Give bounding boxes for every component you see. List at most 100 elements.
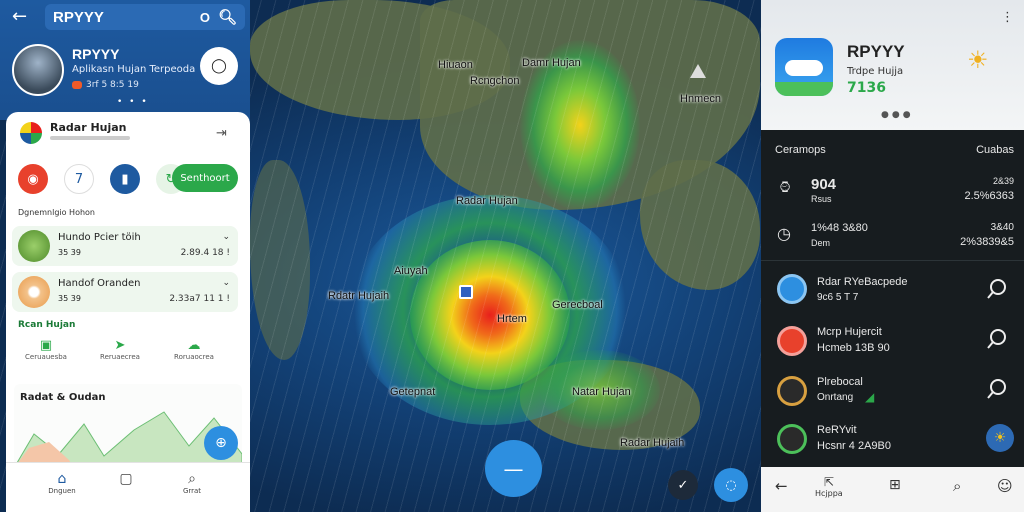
filter-red-icon[interactable]: ◉ (18, 164, 48, 194)
location-marker-icon[interactable] (459, 285, 473, 299)
radar-logo-icon (20, 122, 42, 144)
item-title: Hundo Pcier töih (58, 232, 141, 243)
app-icon (775, 38, 833, 96)
item-value: 2.89.4 18 ! (180, 248, 230, 258)
feature-label: Reruaecrea (100, 353, 140, 361)
stats-header-right: Cuabas (976, 144, 1014, 156)
map-label: Gerecboal (552, 299, 603, 311)
share-icon[interactable]: ⇥ (216, 126, 227, 141)
item-value: 2.33a7 11 1 ! (169, 294, 230, 304)
layers-button[interactable]: ✓ (668, 470, 698, 500)
stats-panel: Ceramops Cuabas ⌚︎ 904 Rsus 2&39 2.5%636… (761, 130, 1024, 467)
feature-item[interactable]: ☁ Roruaocrea (164, 338, 224, 361)
cloud-icon (785, 60, 823, 76)
section-label: Dgnemnlgio Hohon (18, 208, 95, 217)
chevron-down-icon[interactable]: ⌄ (222, 278, 230, 288)
stat-right1: 3&40 (990, 222, 1014, 233)
profile-icon[interactable]: ☺ (997, 477, 1013, 495)
back-icon[interactable]: ← (775, 477, 788, 495)
page-dots: ●●● (881, 110, 914, 120)
map-label: Hrtem (497, 313, 527, 325)
right-app-title: RPYYY (847, 42, 905, 61)
record-button[interactable]: ◯ (200, 47, 238, 85)
feature-item[interactable]: ▣ Ceruauesba (16, 338, 76, 361)
list-item[interactable]: Handof Oranden 35 39 ⌄ 2.33a7 11 1 ! (12, 272, 238, 312)
stat-big: 904 (811, 176, 837, 193)
green-flag-icon: ◢ (865, 390, 875, 404)
map-label: Aiuyah (394, 265, 428, 277)
compass-icon[interactable] (690, 64, 706, 78)
map-label: Hnmecn (680, 93, 721, 105)
search-icon[interactable] (986, 278, 1008, 300)
nav-home[interactable]: ⌂ Dnguen (42, 471, 82, 495)
nav-label: Grrat (182, 487, 202, 495)
weather-toggle-icon[interactable]: ☀ (986, 424, 1014, 452)
search-icon[interactable] (986, 378, 1008, 400)
stats-header-left: Ceramops (775, 144, 826, 156)
list-sub: Hcsnr 4 2A9B0 (817, 440, 891, 452)
nav-saved[interactable]: ▢ (106, 471, 146, 487)
section-title: Rcan Hujan (18, 320, 76, 330)
feature-label: Ceruauesba (25, 353, 67, 361)
right-bottom-nav: ← ⇱ Hcjppa ⊞ ⌕ ☺ (761, 467, 1024, 512)
nav-search[interactable]: ⌕ Grrat (172, 471, 212, 495)
right-panel: ⋮ RPYYY Trdpe Hujja 7136 ☀ ●●● Ceramops … (761, 0, 1024, 512)
grass-shape (775, 82, 833, 96)
search-icon[interactable]: ⌕ (953, 477, 961, 495)
chart-svg (14, 411, 242, 468)
search-icon[interactable] (986, 328, 1008, 350)
feature-item[interactable]: ➤ Reruaecrea (90, 338, 150, 361)
chevron-down-icon[interactable]: ⌄ (222, 232, 230, 242)
map-label: Radar Hujaih (620, 437, 685, 449)
nav-radar[interactable]: ⇱ Hcjppa (815, 475, 843, 498)
bottom-nav: ⌂ Dnguen ▢ ⌕ Grrat (6, 462, 250, 512)
wind-turbine-icon (18, 230, 50, 262)
search-bar[interactable]: RPYYY O 🔍︎ (45, 4, 245, 30)
map-label: Rdatr Hujaih (328, 290, 390, 302)
card-subtitle-bar (50, 136, 130, 140)
radar-icon (777, 274, 807, 304)
refresh-icon (777, 424, 807, 454)
filter-seven-chip[interactable]: 7 (64, 164, 94, 194)
more-menu-icon[interactable]: ⋮ (1001, 10, 1014, 25)
stat-small: Rsus (811, 194, 832, 204)
item-sub: 35 39 (58, 248, 81, 257)
search-right-glyph: O (199, 9, 210, 25)
location-icon (777, 376, 807, 406)
filter-row: ◉ 7 ▮ ↻ (18, 164, 194, 194)
list-sub: Hcmeb 13B 90 (817, 342, 890, 354)
list-sub: Onrtang (817, 392, 854, 403)
grid-icon[interactable]: ⊞ (889, 477, 901, 493)
filter-blue-icon[interactable]: ▮ (110, 164, 140, 194)
list-item[interactable]: Hundo Pcier töih 35 39 ⌄ 2.89.4 18 ! (12, 226, 238, 266)
stat-big: 1%48 3&80 (811, 222, 868, 234)
sun-cloud-icon: ☀ (967, 46, 989, 74)
right-app-value: 7136 (847, 80, 886, 96)
search-icon[interactable]: 🔍︎ (218, 8, 237, 26)
page-dots: • • • (117, 97, 149, 107)
clock-icon: ◷ (777, 226, 791, 243)
sentinel-label: Senthoort (180, 172, 230, 184)
stat-right1: 2&39 (992, 176, 1014, 186)
stat-right2: 2%3839&5 (960, 236, 1014, 248)
map-label: Radar Hujan (456, 195, 518, 207)
chart-action-button[interactable]: ⊕ (204, 426, 238, 460)
app-meta: 3rf 5 8:5 19 (72, 80, 139, 90)
avatar[interactable] (12, 44, 64, 96)
list-sub: 9c6 5 T 7 (817, 292, 859, 303)
back-arrow-icon[interactable]: ← (12, 6, 27, 27)
stat-icon: ⌚︎ (777, 180, 794, 197)
map-label: Rcngchon (470, 75, 520, 87)
chip-label: 7 (74, 171, 84, 187)
item-title: Handof Oranden (58, 278, 141, 289)
radar-card: Radar Hujan ⇥ ◉ 7 ▮ ↻ Senthoort Dgnemnlg… (6, 112, 250, 512)
nav-label: Dnguen (48, 487, 76, 495)
sentinel-button[interactable]: Senthoort (172, 164, 238, 192)
app-meta-text: 3rf 5 8:5 19 (86, 80, 139, 90)
main-action-button[interactable]: — (485, 440, 542, 497)
stat-right2: 2.5%6363 (964, 190, 1014, 202)
location-pin-icon (18, 276, 50, 308)
chat-button[interactable]: ◌ (714, 468, 748, 502)
map-label: Hiuaon (438, 59, 473, 71)
map-pin-icon (777, 326, 807, 356)
